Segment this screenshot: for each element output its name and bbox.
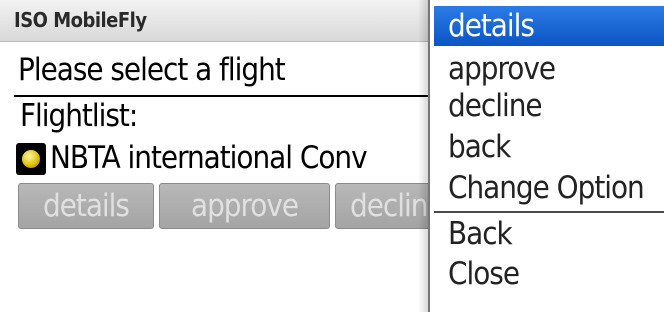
details-button[interactable]: details bbox=[18, 183, 154, 229]
menu-item-back[interactable]: back bbox=[434, 127, 664, 167]
radio-selected-icon[interactable] bbox=[16, 143, 46, 175]
menu-item-change-option[interactable]: Change Option bbox=[434, 168, 664, 208]
menu-item-approve[interactable]: approve bbox=[434, 49, 664, 89]
menu-item-close[interactable]: Close bbox=[434, 254, 664, 294]
menu-item-decline[interactable]: decline bbox=[434, 86, 664, 126]
approve-button[interactable]: approve bbox=[159, 183, 330, 229]
menu-item-details[interactable]: details bbox=[434, 6, 664, 46]
action-button-bar: details approve decline bbox=[18, 183, 444, 229]
flight-name: NBTA international Conv bbox=[50, 140, 368, 176]
menu-separator bbox=[434, 211, 664, 213]
menu-item-back-screen[interactable]: Back bbox=[434, 214, 664, 254]
app-title: ISO MobileFly bbox=[14, 8, 147, 32]
page-prompt: Please select a flight bbox=[18, 52, 286, 88]
divider bbox=[14, 95, 444, 97]
context-menu: details approve decline back Change Opti… bbox=[428, 0, 664, 312]
flight-list-label: Flightlist: bbox=[20, 98, 138, 134]
flight-list-item[interactable]: NBTA international Conv bbox=[16, 139, 446, 179]
